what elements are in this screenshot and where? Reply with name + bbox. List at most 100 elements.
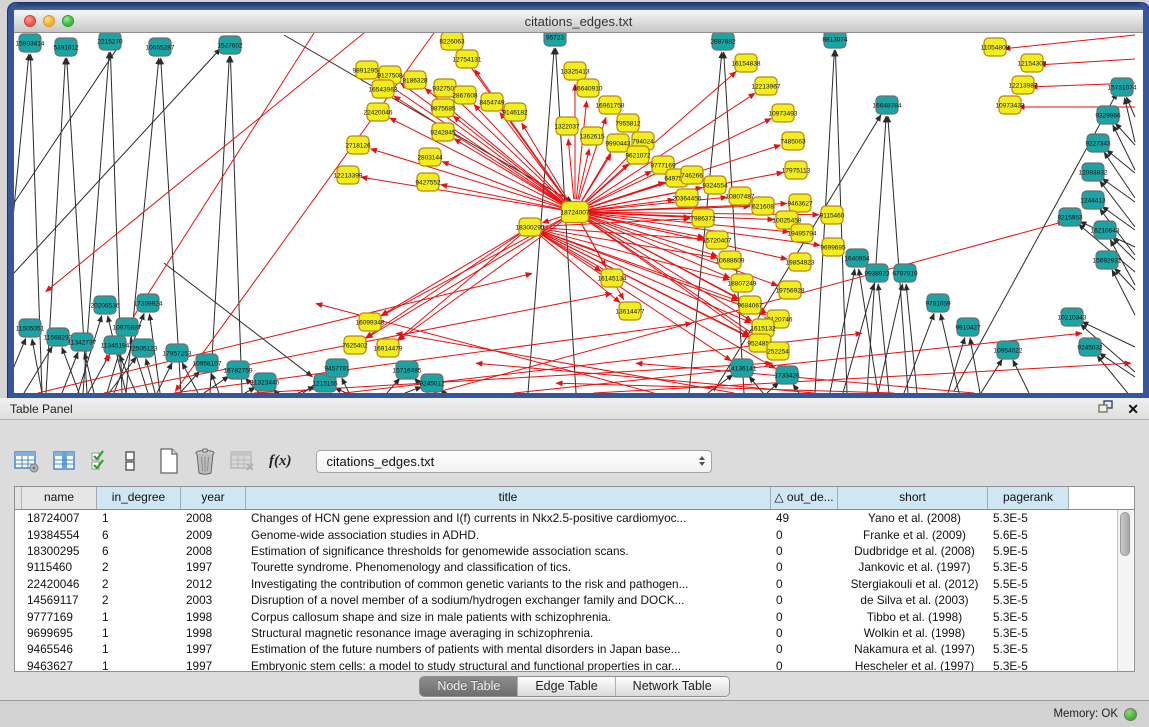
table-cell: Corpus callosum shape and size in male p… [246, 610, 771, 624]
table-cell: 9463627 [22, 659, 97, 672]
close-window-icon[interactable] [24, 15, 36, 27]
traffic-lights [24, 10, 74, 32]
table-cell: 14569117 [22, 593, 97, 607]
graph-node-label: 9791059 [925, 300, 951, 307]
column-header-short[interactable]: short [838, 487, 988, 509]
table-row[interactable]: 977716911998Corpus callosum shape and si… [15, 608, 1134, 624]
column-header-out_de[interactable]: △ out_de... [771, 487, 838, 509]
row-gutter [15, 487, 22, 509]
function-builder-icon[interactable]: f(x) [269, 453, 292, 470]
table-selector-dropdown[interactable]: citations_edges.txt [316, 450, 712, 473]
import-table-icon[interactable] [230, 449, 256, 473]
graph-node-label: 9242845 [430, 129, 456, 136]
network-graph-svg[interactable]: 1872400718300295989129549127508822606312… [14, 33, 1143, 393]
graph-node-label: 9875685 [430, 105, 456, 112]
table-cell: Changes of HCN gene expression and I(f) … [246, 511, 771, 525]
table-row[interactable]: 946554611997Estimation of the future num… [15, 641, 1134, 657]
float-panel-icon[interactable] [1098, 400, 1113, 418]
table-cell: Wolkin et al. (1998) [838, 626, 988, 640]
table-type-segmented-control: Node TableEdge TableNetwork Table [419, 676, 729, 697]
column-header-year[interactable]: year [181, 487, 246, 509]
table-cell: 2009 [181, 528, 246, 542]
column-header-name[interactable]: name [22, 487, 97, 509]
table-cell: 1 [97, 610, 181, 624]
table-panel-title: Table Panel [10, 402, 1098, 416]
table-panel-body: f(x) citations_edges.txt namein_degreeye… [0, 420, 1149, 700]
table-cell: Tourette syndrome. Phenomenology and cla… [246, 560, 771, 574]
attribute-table[interactable]: namein_degreeyeartitle△ out_de...shortpa… [14, 486, 1135, 672]
network-window-titlebar[interactable]: citations_edges.txt [14, 10, 1143, 33]
scrollbar-thumb[interactable] [1120, 512, 1130, 556]
delete-column-icon[interactable] [193, 448, 217, 475]
table-header-row: namein_degreeyeartitle△ out_de...shortpa… [15, 487, 1134, 510]
graph-node-label: 5391012 [53, 44, 79, 51]
table-cell: de Silva et al. (2003) [838, 593, 988, 607]
close-panel-icon[interactable]: ✕ [1127, 402, 1139, 416]
table-mode-icon[interactable] [14, 449, 40, 473]
graph-node-label: 7485063 [780, 138, 806, 145]
table-row[interactable]: 2242004622012Investigating the contribut… [15, 576, 1134, 592]
network-canvas[interactable]: 1872400718300295989129549127508822606312… [14, 33, 1143, 393]
selection-check-icon[interactable] [90, 449, 110, 473]
zoom-window-icon[interactable] [62, 15, 74, 27]
graph-node-label: 10975887 [113, 324, 142, 331]
table-cell: 19384554 [22, 528, 97, 542]
table-row[interactable]: 1830029562008Estimation of significance … [15, 543, 1134, 559]
table-row[interactable]: 1872400712008Changes of HCN gene express… [15, 510, 1134, 526]
graph-node-label: 9463627 [787, 200, 813, 207]
table-row[interactable]: 1456911722003Disruption of a novel membe… [15, 592, 1134, 608]
graph-node-label: 746266 [681, 172, 703, 179]
network-window: citations_edges.txt 18724007183002959891… [8, 3, 1149, 398]
graph-node-label: 95723 [546, 34, 564, 41]
vertical-scrollbar[interactable] [1117, 510, 1133, 671]
graph-node-label: 8454749 [479, 99, 505, 106]
graph-node-label: 2803144 [417, 154, 443, 161]
table-cell: 2 [97, 577, 181, 591]
table-row[interactable]: 911546021997Tourette syndrome. Phenomeno… [15, 559, 1134, 575]
table-cell: 1 [97, 642, 181, 656]
table-panel-header: Table Panel ✕ [0, 398, 1149, 420]
graph-node-label: 2215270 [97, 38, 123, 45]
table-cell: 5.3E-5 [988, 659, 1069, 672]
column-header-title[interactable]: title [246, 487, 771, 509]
table-cell: 1 [97, 511, 181, 525]
table-cell: 0 [771, 593, 838, 607]
table-cell: 1998 [181, 626, 246, 640]
graph-node-label: 9324554 [702, 182, 728, 189]
graph-node-label: 11342737 [68, 339, 97, 346]
table-cell: 5.3E-5 [988, 626, 1069, 640]
table-row[interactable]: 969969511998Structural magnetic resonanc… [15, 625, 1134, 641]
column-visibility-icon[interactable] [53, 449, 77, 473]
graph-node-label: 16648784 [873, 102, 902, 109]
table-cell: 9465546 [22, 642, 97, 656]
row-height-icon[interactable] [123, 449, 137, 473]
graph-node-label: 9457791 [324, 365, 350, 372]
graph-node-label: 16210643 [1091, 227, 1120, 234]
window-top-border [14, 3, 1143, 10]
graph-node-label: 11345194 [101, 342, 130, 349]
table-cell: 18300295 [22, 544, 97, 558]
column-header-pagerank[interactable]: pagerank [988, 487, 1069, 509]
graph-node-label: 20364456 [673, 195, 702, 202]
tab-network-table[interactable]: Network Table [616, 677, 729, 696]
graph-node-label: 9910427 [955, 324, 981, 331]
minimize-window-icon[interactable] [43, 15, 55, 27]
graph-node-label: 1322037 [554, 123, 580, 130]
table-cell: 0 [771, 610, 838, 624]
create-column-icon[interactable] [158, 448, 180, 474]
memory-status-icon[interactable] [1124, 708, 1137, 721]
tab-edge-table[interactable]: Edge Table [518, 677, 615, 696]
dropdown-arrows-icon [699, 456, 705, 466]
table-row[interactable]: 946362711997Embryonic stem cells: a mode… [15, 658, 1134, 672]
graph-node-label: 16099348 [356, 319, 385, 326]
tab-node-table[interactable]: Node Table [420, 677, 518, 696]
graph-node-label: 16640910 [574, 85, 603, 92]
graph-node-label: 9115460 [820, 212, 845, 219]
graph-node-label: 16782759 [224, 367, 253, 374]
column-header-in_degree[interactable]: in_degree [97, 487, 181, 509]
graph-node-label: 8186328 [402, 77, 428, 84]
table-cell: Nakamura et al. (1997) [838, 642, 988, 656]
table-row[interactable]: 1938455462009Genome-wide association stu… [15, 526, 1134, 542]
graph-node-label: 10954022 [994, 347, 1023, 354]
table-cell: Disruption of a novel member of a sodium… [246, 593, 771, 607]
